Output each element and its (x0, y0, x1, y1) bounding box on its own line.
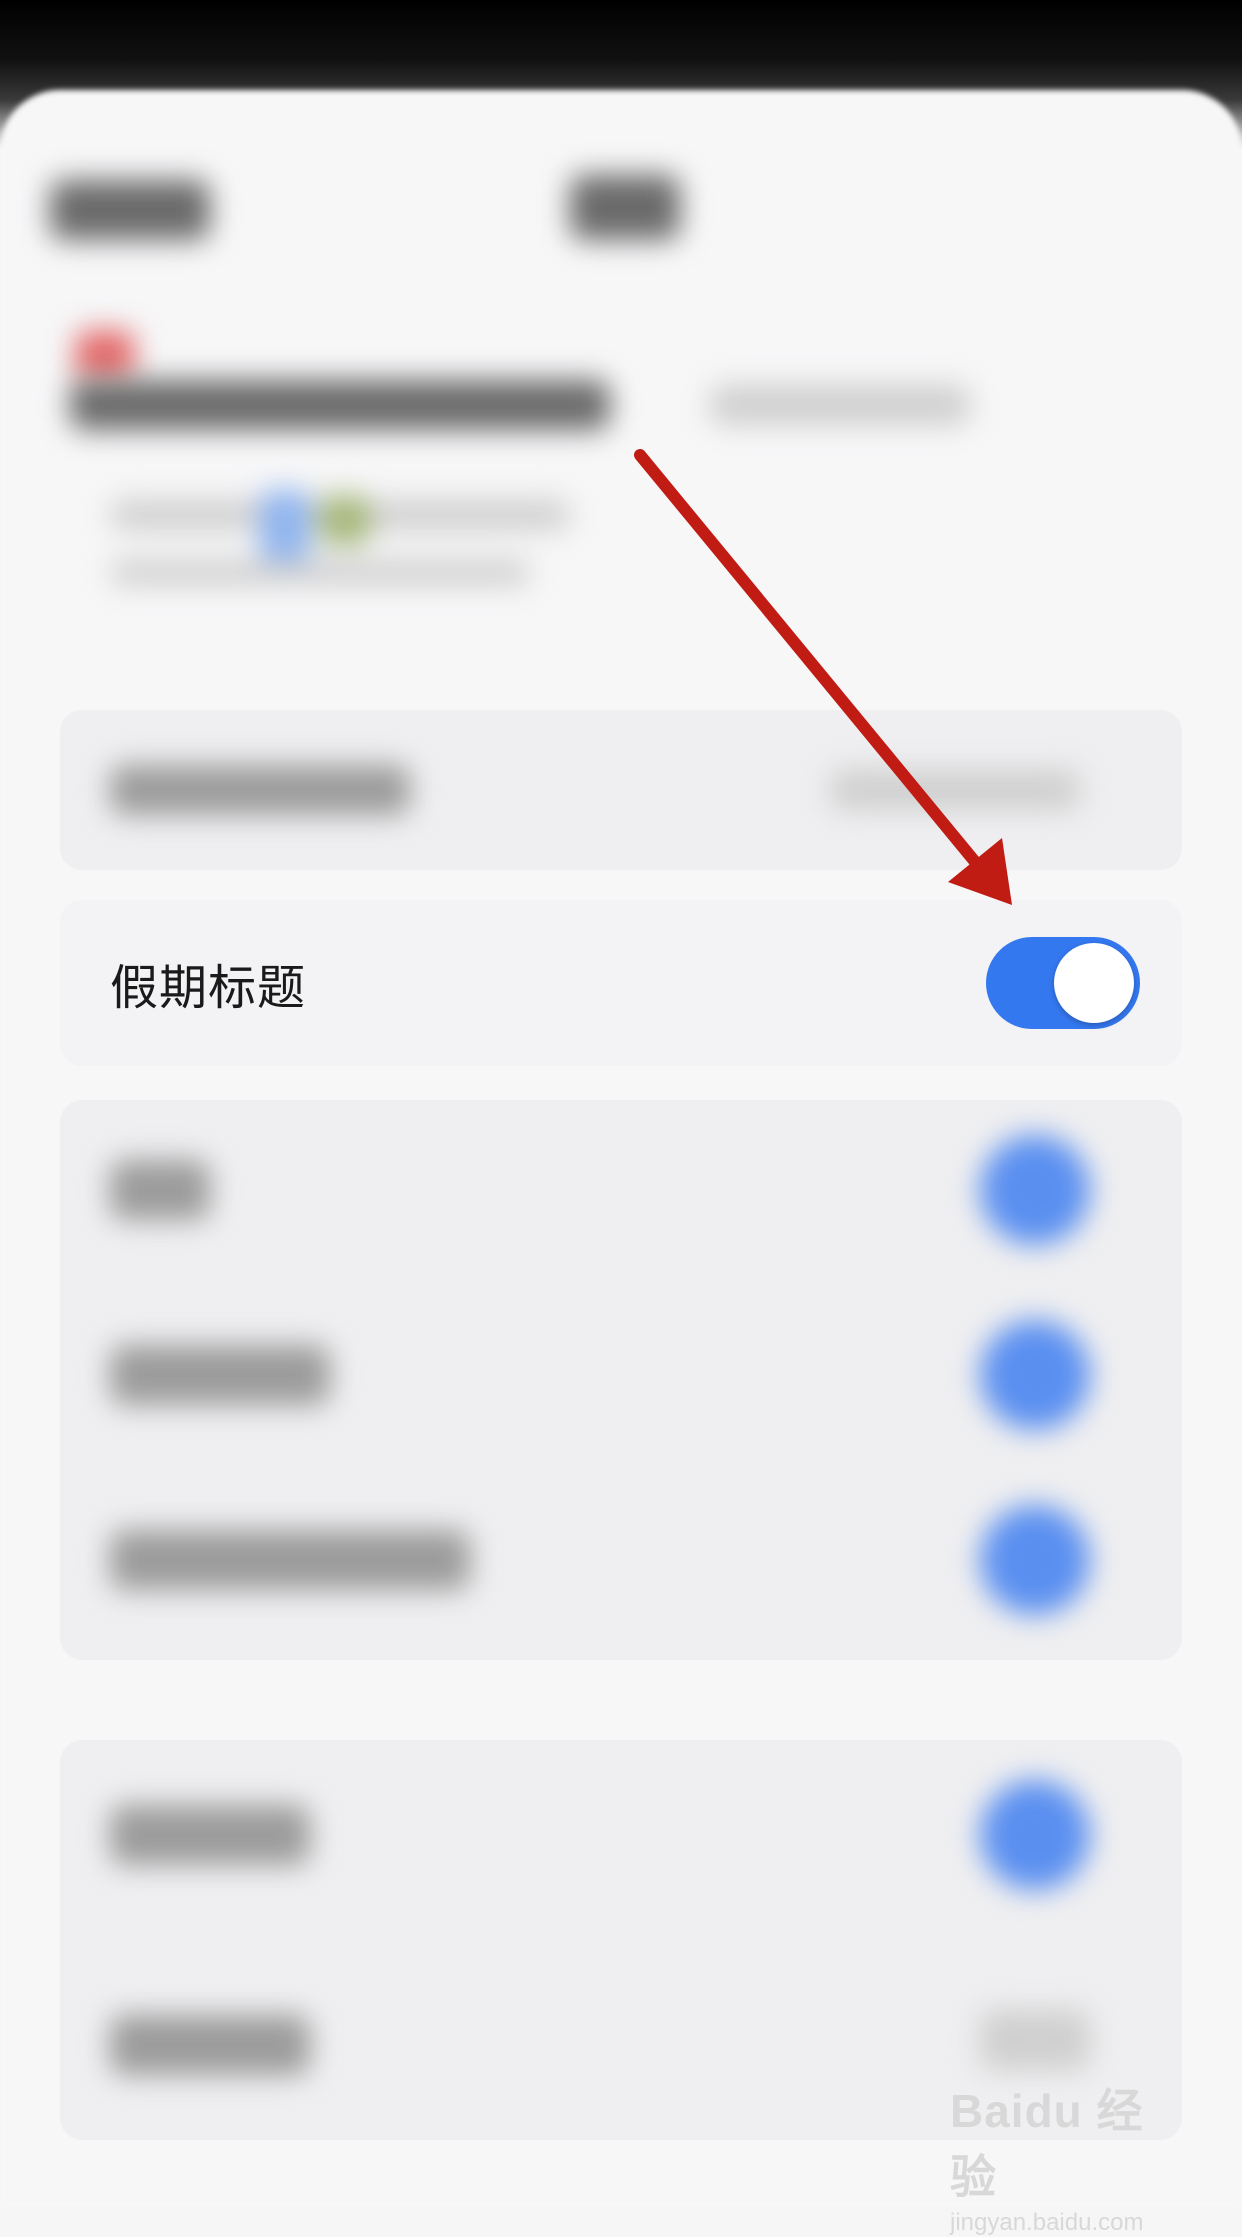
watermark-url: jingyan.baidu.com (950, 2209, 1144, 2236)
toggle-thumb (1054, 943, 1134, 1023)
holiday-title-toggle[interactable] (986, 937, 1140, 1029)
desc-text-blur (110, 490, 570, 600)
red-dot-blur (75, 330, 135, 380)
nav-title-blur (570, 175, 680, 240)
baidu-watermark: Baidu 经验 jingyan.baidu.com (950, 2075, 1190, 2237)
watermark-logo: Baidu 经验 (950, 2085, 1144, 2203)
row-text-blur-2 (100, 1120, 1180, 1640)
header-text-blur (70, 380, 970, 430)
holiday-title-row[interactable]: 假期标题 (60, 900, 1182, 1066)
row-text-blur-1 (110, 760, 1160, 820)
back-button-blur (50, 180, 210, 240)
holiday-title-label: 假期标题 (110, 960, 307, 1016)
row-text-blur-3 (100, 1770, 1180, 2110)
